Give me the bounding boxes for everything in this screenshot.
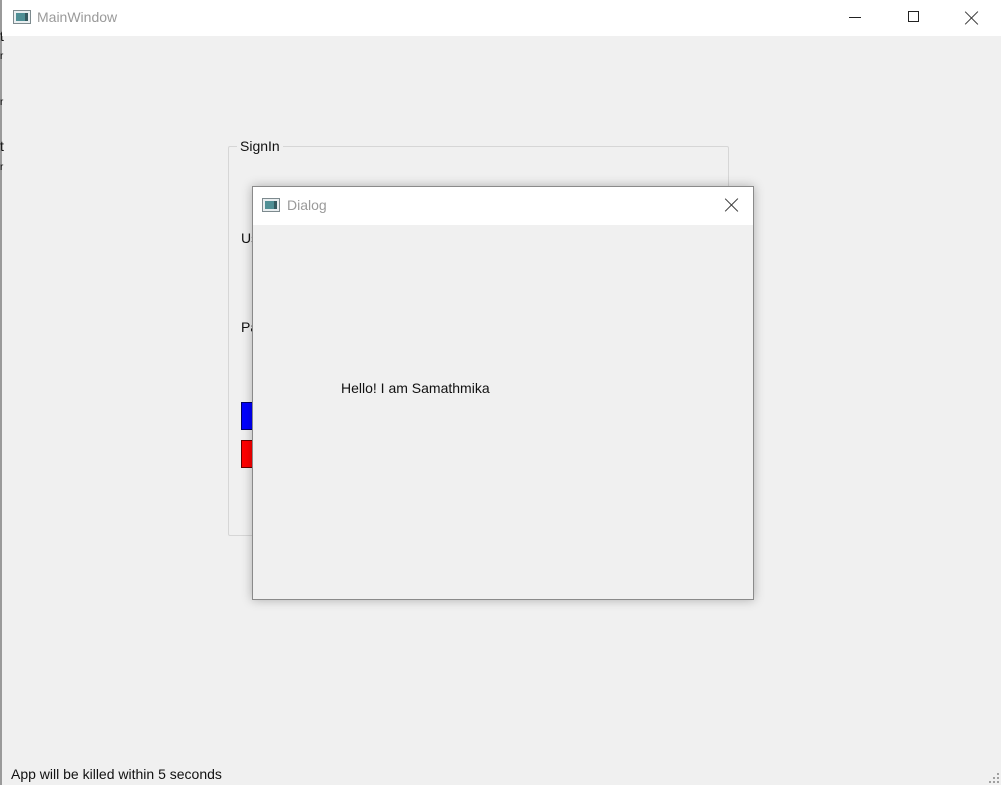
signin-group-title: SignIn (237, 138, 283, 154)
close-icon (965, 11, 979, 25)
main-window: t r r t r MainWindow SignIn Us Pa Dialog (0, 0, 1001, 785)
dialog-close-button[interactable] (725, 198, 739, 212)
resize-grip-icon[interactable] (989, 773, 999, 783)
left-window-edge (0, 0, 2, 785)
app-window-icon (13, 10, 31, 24)
dialog-titlebar[interactable]: Dialog (253, 187, 753, 225)
dialog-message: Hello! I am Samathmika (341, 380, 490, 396)
window-title: MainWindow (37, 9, 118, 25)
maximize-icon (908, 11, 919, 22)
edge-fragment-text: r (0, 51, 4, 62)
dialog-title: Dialog (287, 197, 327, 213)
dialog-window: Dialog Hello! I am Samathmika (252, 186, 754, 600)
minimize-icon (849, 17, 861, 18)
dialog-window-icon (262, 198, 280, 212)
maximize-button[interactable] (885, 0, 943, 36)
minimize-button[interactable] (827, 0, 885, 36)
status-bar-message: App will be killed within 5 seconds (11, 766, 222, 782)
close-button[interactable] (943, 0, 1001, 36)
main-window-titlebar[interactable]: MainWindow (2, 0, 1001, 36)
edge-fragment-text: r (0, 162, 4, 173)
edge-fragment-text: r (0, 97, 4, 108)
edge-fragment-text: t (0, 138, 4, 154)
